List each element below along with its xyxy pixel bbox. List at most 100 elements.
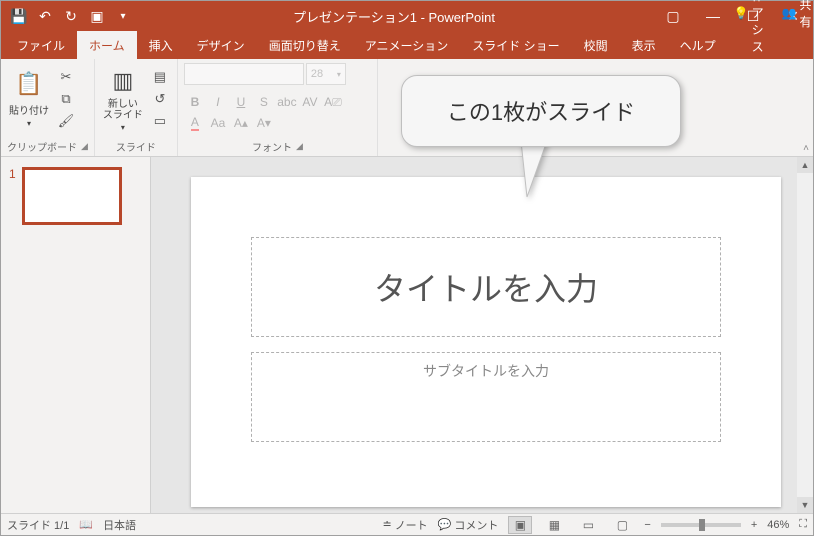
tab-insert[interactable]: 挿入 (137, 31, 185, 59)
undo-icon[interactable]: ↶ (33, 4, 57, 28)
share-label: 共有 (800, 0, 812, 30)
tab-view[interactable]: 表示 (620, 31, 668, 59)
lightbulb-icon: 💡 (734, 6, 749, 20)
tab-slideshow[interactable]: スライド ショー (460, 31, 571, 59)
share-button[interactable]: 👥 共有 (776, 0, 814, 34)
font-size-combo[interactable]: 28 ▾ (306, 63, 346, 85)
font-color-button[interactable]: A (184, 113, 206, 133)
share-icon: 👥 (782, 6, 797, 20)
tab-help[interactable]: ヘルプ (668, 31, 728, 59)
zoom-in-button[interactable]: + (751, 519, 757, 531)
italic-button[interactable]: I (207, 92, 229, 112)
subtitle-placeholder-text: サブタイトルを入力 (423, 361, 549, 381)
tell-me-label: 操作アシス (752, 0, 764, 55)
character-spacing-button[interactable]: AV (299, 92, 321, 112)
chevron-down-icon: ▾ (337, 70, 341, 79)
grow-font-button[interactable]: A▴ (230, 113, 252, 133)
notes-label: ノート (395, 517, 428, 533)
slide-editor[interactable]: タイトルを入力 サブタイトルを入力 ▲ ▼ (151, 157, 813, 513)
fit-to-window-icon[interactable]: ⛶ (799, 518, 807, 531)
change-case-button[interactable]: Aa (207, 113, 229, 133)
copy-icon[interactable]: ⧉ (55, 89, 77, 109)
annotation-callout: この1枚がスライド (401, 75, 681, 147)
zoom-level[interactable]: 46% (767, 519, 789, 531)
slide-indicator[interactable]: スライド 1/1 (7, 517, 69, 533)
font-size-value: 28 (311, 68, 323, 80)
tab-file[interactable]: ファイル (5, 31, 77, 59)
notes-button[interactable]: ≐ ノート (382, 517, 427, 533)
qat-customize-icon[interactable]: ▾ (111, 4, 135, 28)
normal-view-icon[interactable]: ▣ (508, 516, 532, 534)
chevron-down-icon: ▾ (27, 119, 31, 128)
thumbnail-pane[interactable]: 1 (1, 157, 151, 513)
group-slides: ▥ 新しい スライド ▾ ▤ ↺ ▭ スライド (95, 59, 178, 156)
vertical-scrollbar[interactable]: ▲ ▼ (797, 157, 813, 513)
paste-button[interactable]: 📋 貼り付け ▾ (7, 63, 51, 133)
underline-button[interactable]: U (230, 92, 252, 112)
paste-label: 貼り付け (9, 102, 49, 117)
new-slide-button[interactable]: ▥ 新しい スライド ▾ (101, 63, 145, 133)
comments-button[interactable]: 💬 コメント (438, 517, 499, 533)
shrink-font-button[interactable]: A▾ (253, 113, 275, 133)
comments-label: コメント (454, 517, 498, 533)
thumbnail-item[interactable]: 1 (9, 167, 142, 225)
tab-review[interactable]: 校閲 (572, 31, 620, 59)
notes-icon: ≐ (382, 518, 391, 531)
title-bar: 💾 ↶ ↻ ▣ ▾ プレゼンテーション1 - PowerPoint ▢ — ☐ … (1, 1, 813, 31)
save-icon[interactable]: 💾 (7, 4, 31, 28)
group-clipboard: 📋 貼り付け ▾ ✂ ⧉ 🖌 クリップボード ◢ (1, 59, 95, 156)
scroll-down-icon[interactable]: ▼ (797, 497, 813, 513)
scroll-up-icon[interactable]: ▲ (797, 157, 813, 173)
thumbnail-slide-1[interactable] (22, 167, 122, 225)
ribbon-tabs: ファイル ホーム 挿入 デザイン 画面切り替え アニメーション スライド ショー… (1, 31, 813, 59)
status-bar: スライド 1/1 📖 日本語 ≐ ノート 💬 コメント ▣ ▦ ▭ ▢ − + … (1, 513, 813, 535)
strikethrough-button[interactable]: S (253, 92, 275, 112)
font-name-combo[interactable] (184, 63, 304, 85)
workspace: 1 タイトルを入力 サブタイトルを入力 ▲ ▼ (1, 157, 813, 513)
tab-animations[interactable]: アニメーション (353, 31, 461, 59)
reset-icon[interactable]: ↺ (149, 89, 171, 109)
layout-icon[interactable]: ▤ (149, 67, 171, 87)
clipboard-icon: 📋 (13, 68, 45, 100)
shadow-button[interactable]: abc (276, 92, 298, 112)
group-font-label: フォント (252, 139, 292, 154)
dialog-launcher-icon[interactable]: ◢ (81, 141, 88, 152)
quick-access-toolbar: 💾 ↶ ↻ ▣ ▾ (1, 4, 135, 28)
section-icon[interactable]: ▭ (149, 111, 171, 131)
collapse-ribbon-icon[interactable]: ˄ (803, 143, 809, 154)
language-indicator[interactable]: 日本語 (103, 517, 136, 533)
zoom-out-button[interactable]: − (644, 519, 650, 531)
new-slide-icon: ▥ (107, 65, 139, 97)
title-placeholder-text: タイトルを入力 (374, 264, 598, 310)
cut-icon[interactable]: ✂ (55, 67, 77, 87)
zoom-slider[interactable] (661, 523, 741, 527)
format-painter-icon[interactable]: 🖌 (55, 111, 77, 131)
comments-icon: 💬 (438, 518, 452, 531)
tell-me[interactable]: 💡 操作アシス (728, 0, 770, 59)
group-slides-label: スライド (116, 139, 156, 154)
subtitle-placeholder[interactable]: サブタイトルを入力 (251, 352, 721, 442)
tab-home[interactable]: ホーム (77, 31, 137, 59)
reading-view-icon[interactable]: ▭ (576, 516, 600, 534)
group-font: 28 ▾ B I U S abc AV A⎚ A Aa A▴ A▾ フォント ◢ (178, 59, 378, 156)
clear-formatting-button[interactable]: A⎚ (322, 92, 344, 112)
tab-design[interactable]: デザイン (185, 31, 257, 59)
spellcheck-icon[interactable]: 📖 (79, 518, 93, 531)
zoom-slider-handle[interactable] (699, 519, 705, 531)
slide-canvas[interactable]: タイトルを入力 サブタイトルを入力 (191, 177, 781, 507)
new-slide-label: 新しい スライド (103, 99, 143, 121)
thumbnail-number: 1 (9, 167, 16, 225)
start-from-beginning-icon[interactable]: ▣ (85, 4, 109, 28)
ribbon-display-icon[interactable]: ▢ (653, 1, 693, 31)
bold-button[interactable]: B (184, 92, 206, 112)
tab-transitions[interactable]: 画面切り替え (257, 31, 353, 59)
group-clipboard-label: クリップボード (7, 139, 77, 154)
window-title: プレゼンテーション1 - PowerPoint (135, 7, 653, 26)
slideshow-view-icon[interactable]: ▢ (610, 516, 634, 534)
title-placeholder[interactable]: タイトルを入力 (251, 237, 721, 337)
chevron-down-icon: ▾ (121, 123, 125, 132)
slide-sorter-view-icon[interactable]: ▦ (542, 516, 566, 534)
redo-icon[interactable]: ↻ (59, 4, 83, 28)
callout-text: この1枚がスライド (447, 95, 635, 127)
dialog-launcher-icon[interactable]: ◢ (296, 141, 303, 152)
